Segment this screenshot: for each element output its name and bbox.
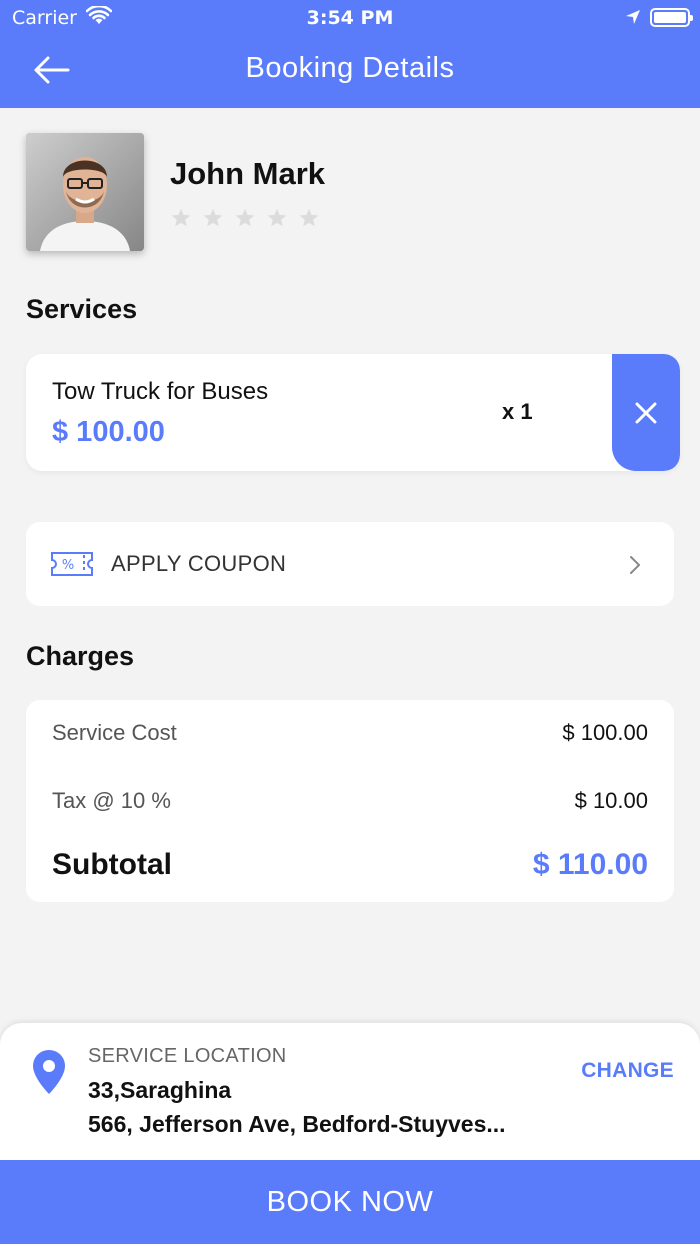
person-photo-icon bbox=[26, 133, 144, 251]
star-icon bbox=[203, 208, 223, 227]
charges-heading: Charges bbox=[26, 641, 135, 671]
tax-value: $ 10.00 bbox=[574, 788, 648, 813]
services-heading: Services bbox=[26, 294, 138, 324]
page-title: Booking Details bbox=[245, 52, 455, 84]
coupon-icon: % bbox=[51, 552, 93, 576]
service-cost-label: Service Cost bbox=[52, 720, 177, 745]
rating-stars bbox=[170, 207, 320, 229]
service-price: $ 100.00 bbox=[52, 416, 165, 448]
book-now-button[interactable]: BOOK NOW bbox=[0, 1160, 700, 1244]
star-icon bbox=[235, 208, 255, 227]
service-location-panel: SERVICE LOCATION 33,Saraghina 566, Jeffe… bbox=[0, 1023, 700, 1163]
star-icon bbox=[171, 208, 191, 227]
chevron-right-icon bbox=[630, 556, 640, 574]
star-icon bbox=[267, 208, 287, 227]
battery-icon bbox=[650, 8, 693, 27]
subtotal-value: $ 110.00 bbox=[532, 848, 648, 881]
close-icon bbox=[635, 402, 657, 424]
map-pin-icon bbox=[33, 1050, 65, 1094]
avatar bbox=[26, 133, 144, 251]
star-icon bbox=[299, 208, 319, 227]
charges-card: Service Cost $ 100.00 Tax @ 10 % $ 10.00… bbox=[26, 700, 674, 902]
provider-name: John Mark bbox=[170, 156, 326, 191]
coupon-label: APPLY COUPON bbox=[111, 551, 287, 576]
location-arrow-icon bbox=[626, 10, 640, 24]
remove-service-button[interactable] bbox=[612, 354, 680, 471]
service-quantity: x 1 bbox=[502, 399, 533, 424]
service-cost-value: $ 100.00 bbox=[562, 720, 648, 745]
header-bar: Carrier 3:54 PM Booking Details bbox=[0, 0, 700, 108]
clock: 3:54 PM bbox=[306, 7, 394, 29]
status-bar: Carrier 3:54 PM bbox=[0, 0, 700, 36]
location-caption: SERVICE LOCATION bbox=[88, 1045, 287, 1067]
tax-label: Tax @ 10 % bbox=[52, 788, 171, 813]
service-card: Tow Truck for Buses $ 100.00 x 1 bbox=[26, 354, 680, 471]
change-location-button[interactable]: CHANGE bbox=[581, 1059, 674, 1083]
location-address: 566, Jefferson Ave, Bedford-Stuyves... bbox=[88, 1111, 506, 1137]
svg-text:%: % bbox=[62, 558, 74, 573]
location-name: 33,Saraghina bbox=[88, 1077, 232, 1103]
apply-coupon-button[interactable]: % APPLY COUPON bbox=[26, 522, 674, 606]
service-name: Tow Truck for Buses bbox=[52, 378, 269, 405]
subtotal-label: Subtotal bbox=[52, 848, 172, 881]
